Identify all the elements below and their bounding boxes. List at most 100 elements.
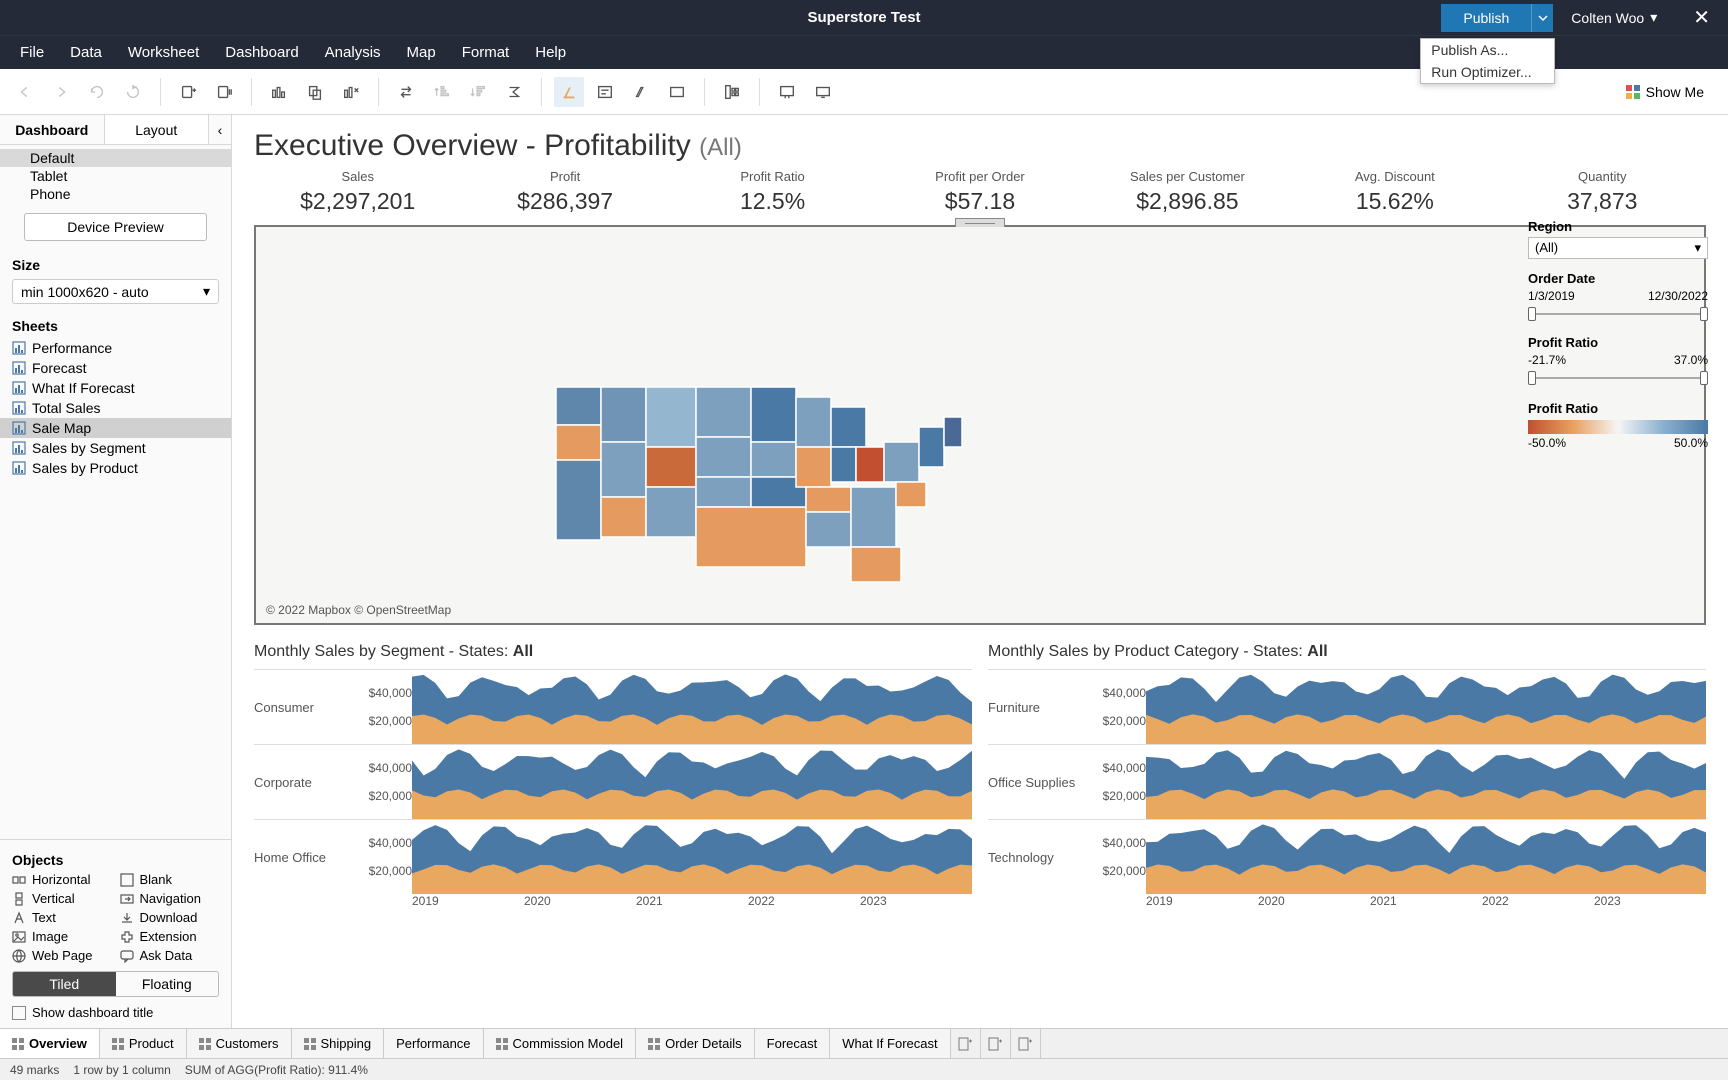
- device-phone[interactable]: Phone: [0, 185, 231, 203]
- series-label: Corporate: [254, 775, 354, 790]
- refresh-button[interactable]: [118, 77, 148, 107]
- series-label: Furniture: [988, 700, 1088, 715]
- highlight-button[interactable]: [554, 77, 584, 107]
- kpi-value: 15.62%: [1291, 188, 1498, 215]
- new-worksheet-button[interactable]: [951, 1029, 981, 1058]
- close-button[interactable]: ✕: [1675, 5, 1728, 30]
- object-download[interactable]: Download: [120, 910, 220, 925]
- menu-dashboard[interactable]: Dashboard: [225, 44, 298, 61]
- date-slider[interactable]: [1528, 307, 1708, 323]
- new-worksheet-button[interactable]: [264, 77, 294, 107]
- pause-data-button[interactable]: [209, 77, 239, 107]
- tiled-button[interactable]: Tiled: [13, 972, 116, 996]
- format-button[interactable]: [626, 77, 656, 107]
- show-cards-button[interactable]: [717, 77, 747, 107]
- object-ask-data[interactable]: Ask Data: [120, 948, 220, 963]
- fit-button[interactable]: [662, 77, 692, 107]
- publish-dropdown-toggle[interactable]: Publish As... Run Optimizer...: [1531, 4, 1553, 32]
- sheet-item[interactable]: Forecast: [0, 358, 231, 378]
- device-list: Default Tablet Phone: [0, 145, 231, 207]
- status-bar: 49 marks 1 row by 1 column SUM of AGG(Pr…: [0, 1058, 1728, 1080]
- labels-button[interactable]: [590, 77, 620, 107]
- device-button[interactable]: [808, 77, 838, 107]
- sheet-item[interactable]: Sale Map: [0, 418, 231, 438]
- area-chart: [1146, 745, 1706, 819]
- size-selector[interactable]: min 1000x620 - auto ▾: [12, 279, 219, 304]
- new-dashboard-button[interactable]: [981, 1029, 1011, 1058]
- duplicate-button[interactable]: [300, 77, 330, 107]
- title-bar: Superstore Test Publish Publish As... Ru…: [0, 0, 1728, 35]
- run-optimizer-item[interactable]: Run Optimizer...: [1421, 61, 1554, 83]
- series-row: Furniture$40,000$20,000: [988, 669, 1706, 744]
- object-blank[interactable]: Blank: [120, 872, 220, 887]
- sheet-item[interactable]: Sales by Segment: [0, 438, 231, 458]
- menu-file[interactable]: File: [20, 44, 44, 61]
- publish-as-item[interactable]: Publish As...: [1421, 39, 1554, 61]
- map-view[interactable]: © 2022 Mapbox © OpenStreetMap: [256, 227, 1704, 623]
- tab-what-if-forecast[interactable]: What If Forecast: [830, 1029, 950, 1058]
- kpi-value: $2,896.85: [1084, 188, 1291, 215]
- tab-dashboard[interactable]: Dashboard: [0, 115, 105, 144]
- new-data-button[interactable]: [173, 77, 203, 107]
- x-tick: 2022: [748, 894, 860, 908]
- tab-performance[interactable]: Performance: [384, 1029, 483, 1058]
- ratio-slider[interactable]: [1528, 371, 1708, 387]
- x-tick: 2019: [412, 894, 524, 908]
- object-text[interactable]: Text: [12, 910, 112, 925]
- clear-button[interactable]: [336, 77, 366, 107]
- tab-product[interactable]: Product: [100, 1029, 187, 1058]
- menu-worksheet[interactable]: Worksheet: [128, 44, 199, 61]
- sheet-item[interactable]: Performance: [0, 338, 231, 358]
- kpi-label: Quantity: [1499, 169, 1706, 184]
- object-web-page[interactable]: Web Page: [12, 948, 112, 963]
- object-vertical[interactable]: Vertical: [12, 891, 112, 906]
- show-title-row[interactable]: Show dashboard title: [12, 1005, 219, 1020]
- user-menu[interactable]: Colten Woo ▾: [1553, 9, 1675, 26]
- sheet-item[interactable]: Sales by Product: [0, 458, 231, 478]
- tab-layout[interactable]: Layout: [105, 115, 210, 144]
- menu-analysis[interactable]: Analysis: [325, 44, 381, 61]
- menu-help[interactable]: Help: [535, 44, 566, 61]
- series-label: Home Office: [254, 850, 354, 865]
- tab-order-details[interactable]: Order Details: [636, 1029, 755, 1058]
- new-story-button[interactable]: [1011, 1029, 1041, 1058]
- tab-commission-model[interactable]: Commission Model: [484, 1029, 637, 1058]
- menu-data[interactable]: Data: [70, 44, 102, 61]
- show-me-button[interactable]: Show Me: [1626, 84, 1718, 100]
- collapse-panel-button[interactable]: ‹: [209, 115, 231, 144]
- menu-map[interactable]: Map: [407, 44, 436, 61]
- tab-shipping[interactable]: Shipping: [292, 1029, 385, 1058]
- x-tick: 2021: [1370, 894, 1482, 908]
- swap-button[interactable]: [391, 77, 421, 107]
- object-navigation[interactable]: Navigation: [120, 891, 220, 906]
- redo-button[interactable]: [46, 77, 76, 107]
- tab-overview[interactable]: Overview: [0, 1029, 100, 1058]
- tab-forecast[interactable]: Forecast: [755, 1029, 831, 1058]
- floating-button[interactable]: Floating: [116, 972, 219, 996]
- segment-chart-title: Monthly Sales by Segment - States: All: [254, 643, 972, 661]
- sheet-item[interactable]: Total Sales: [0, 398, 231, 418]
- revert-button[interactable]: [82, 77, 112, 107]
- sort-desc-button[interactable]: [463, 77, 493, 107]
- device-tablet[interactable]: Tablet: [0, 167, 231, 185]
- totals-button[interactable]: [499, 77, 529, 107]
- dashboard-canvas: Executive Overview - Profitability (All)…: [232, 115, 1728, 1028]
- object-horizontal[interactable]: Horizontal: [12, 872, 112, 887]
- objects-section: Objects HorizontalBlankVerticalNavigatio…: [0, 839, 231, 1028]
- undo-button[interactable]: [10, 77, 40, 107]
- object-extension[interactable]: Extension: [120, 929, 220, 944]
- area-chart: [412, 745, 972, 819]
- presentation-button[interactable]: [772, 77, 802, 107]
- tab-customers[interactable]: Customers: [187, 1029, 292, 1058]
- map-container[interactable]: ✕ ⊟ ↗ ▾ ▸: [254, 225, 1706, 625]
- sheet-item[interactable]: What If Forecast: [0, 378, 231, 398]
- menu-format[interactable]: Format: [462, 44, 510, 61]
- publish-button[interactable]: Publish: [1441, 4, 1531, 32]
- device-default[interactable]: Default: [0, 149, 231, 167]
- device-preview-button[interactable]: Device Preview: [24, 213, 207, 241]
- sort-asc-button[interactable]: [427, 77, 457, 107]
- area-chart: [1146, 670, 1706, 744]
- region-select[interactable]: (All) ▾: [1528, 237, 1708, 259]
- y-axis: $40,000$20,000: [354, 761, 412, 803]
- object-image[interactable]: Image: [12, 929, 112, 944]
